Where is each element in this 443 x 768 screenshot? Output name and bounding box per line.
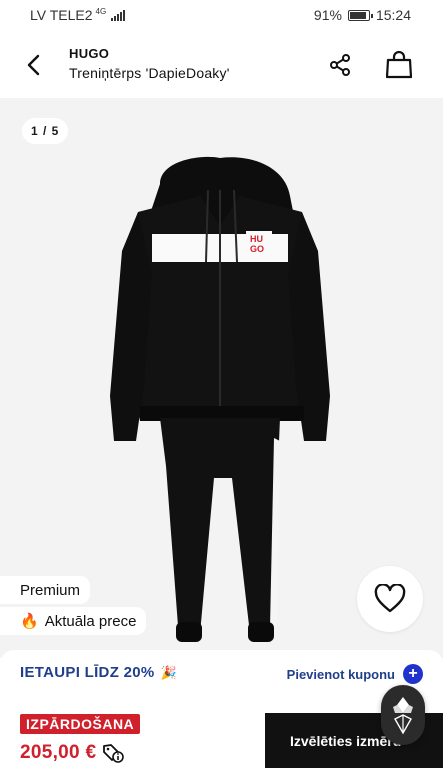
garment-logo-top: HU [250, 234, 263, 244]
battery-icon [347, 9, 373, 21]
garment-logo-bottom: GO [250, 244, 264, 254]
status-left: LV TELE2 4G [30, 6, 126, 23]
share-button[interactable] [322, 48, 358, 82]
image-counter: 1 / 5 [22, 118, 69, 144]
back-button[interactable] [18, 50, 48, 80]
crystal-icon [393, 697, 413, 735]
status-right: 91% 15:24 [314, 7, 411, 23]
back-arrow-icon [27, 54, 40, 76]
carrier-label: LV TELE2 [30, 7, 93, 23]
brand-name: HUGO [69, 46, 110, 61]
network-type: 4G [95, 6, 107, 16]
heart-icon [374, 584, 406, 613]
product-header: HUGO Treniņtērps 'DapieDoaky' [0, 30, 443, 98]
signal-icon [111, 9, 126, 21]
assistant-fab[interactable] [381, 685, 425, 745]
promo-label: IETAUPI LĪDZ 20% [20, 664, 155, 681]
add-coupon-button[interactable]: Pievienot kuponu + [287, 664, 423, 684]
fire-icon: 🔥 [20, 613, 39, 630]
share-icon [330, 54, 350, 76]
shopping-bag-icon [386, 51, 412, 79]
promo-banner: IETAUPI LĪDZ 20% 🎉 [20, 664, 177, 681]
add-coupon-label: Pievienot kuponu [286, 666, 395, 682]
price-row: 205,00 € [20, 742, 125, 764]
battery-percent: 91% [313, 7, 342, 23]
premium-tag: Premium [0, 576, 91, 604]
shopping-bag-button[interactable] [381, 47, 417, 83]
price: 205,00 € [20, 742, 97, 763]
sale-badge: IZPĀRDOŠANA [20, 714, 141, 734]
premium-label: Premium [20, 581, 81, 599]
party-popper-icon: 🎉 [160, 664, 178, 680]
battery-fill [349, 11, 367, 19]
favorite-button[interactable] [357, 566, 423, 632]
trending-tag: 🔥 Aktuāla prece [0, 607, 147, 635]
price-tag-info-icon[interactable] [102, 743, 125, 763]
clock: 15:24 [375, 7, 411, 23]
product-name: Treniņtērps 'DapieDoaky' [69, 65, 230, 81]
status-bar: LV TELE2 4G 91% 15:24 [0, 0, 443, 30]
title-block: HUGO Treniņtērps 'DapieDoaky' [69, 46, 230, 81]
plus-icon: + [403, 664, 423, 684]
product-image-gallery[interactable]: 1 / 5 HU GO Premium 🔥 Aktuāla prece [0, 98, 443, 658]
trending-label: Aktuāla prece [44, 612, 137, 630]
product-image[interactable]: HU GO [110, 156, 330, 651]
purchase-panel: IETAUPI LĪDZ 20% 🎉 Pievienot kuponu + IZ… [0, 650, 443, 768]
